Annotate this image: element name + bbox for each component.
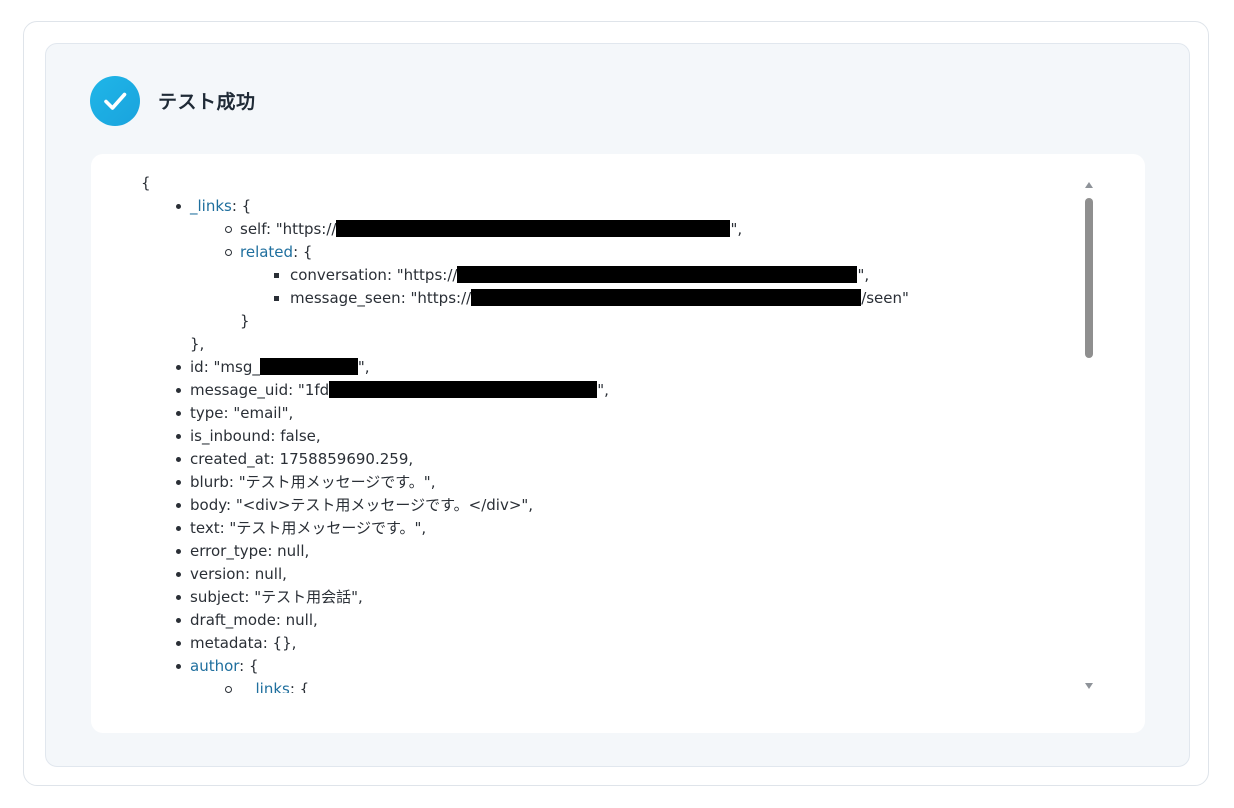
- redacted-block: [329, 381, 598, 398]
- json-item-version: version: null,: [176, 563, 287, 586]
- redacted-block: [259, 358, 358, 375]
- bullet-disc: [176, 549, 181, 554]
- bullet-disc: [176, 595, 181, 600]
- bullet-disc: [176, 641, 181, 646]
- bullet-disc: [176, 503, 181, 508]
- redacted-block: [471, 289, 862, 306]
- json-item-author: author: {: [176, 655, 259, 678]
- json-item-conversation: conversation: "https:// ",: [274, 264, 870, 287]
- json-item-message-seen: message_seen: "https:// /seen": [274, 287, 909, 310]
- bullet-disc: [176, 457, 181, 462]
- json-message-uid-suffix: ",: [597, 381, 609, 399]
- bullet-disc: [176, 411, 181, 416]
- json-links-close: },: [190, 335, 205, 353]
- json-version: version: null,: [190, 565, 287, 583]
- json-related-close: }: [240, 312, 250, 330]
- json-message-seen-suffix: /seen": [861, 289, 909, 307]
- json-conversation-suffix: ",: [857, 266, 870, 284]
- bullet-square: [274, 296, 279, 301]
- json-key-author-links: _links: [248, 680, 290, 693]
- success-badge: [90, 76, 140, 126]
- json-id-prefix: id: "msg_: [190, 358, 260, 376]
- json-message-uid-prefix: message_uid: "1fd: [190, 381, 330, 399]
- json-punct: : {: [231, 197, 252, 215]
- json-blurb: blurb: "テスト用メッセージです。",: [190, 473, 436, 491]
- json-item-draft-mode: draft_mode: null,: [176, 609, 318, 632]
- json-item-type: type: "email",: [176, 402, 294, 425]
- json-item-author-links: _links: {: [225, 678, 310, 693]
- json-item-body: body: "<div>テスト用メッセージです。</div>",: [176, 494, 534, 517]
- json-conversation-prefix: conversation: "https://: [290, 266, 458, 284]
- json-item-metadata: metadata: {},: [176, 632, 297, 655]
- json-item-blurb: blurb: "テスト用メッセージです。",: [176, 471, 436, 494]
- json-item-related: related: {: [225, 241, 313, 264]
- json-key-related: related: [240, 243, 294, 261]
- vertical-scrollbar[interactable]: [1083, 179, 1095, 689]
- redacted-block: [457, 266, 858, 283]
- json-item-self: self: "https:// ",: [225, 218, 743, 241]
- bullet-disc: [176, 480, 181, 485]
- json-open-brace: {: [141, 174, 151, 192]
- json-text: text: "テスト用メッセージです。",: [190, 519, 427, 537]
- bullet-disc: [176, 526, 181, 531]
- bullet-disc: [176, 618, 181, 623]
- json-is-inbound: is_inbound: false,: [190, 427, 321, 445]
- json-draft-mode: draft_mode: null,: [190, 611, 318, 629]
- bullet-square: [274, 273, 279, 278]
- json-item-error-type: error_type: null,: [176, 540, 310, 563]
- json-created-at: created_at: 1758859690.259,: [190, 450, 414, 468]
- bullet-disc: [176, 664, 181, 669]
- json-message-seen-prefix: message_seen: "https://: [290, 289, 472, 307]
- json-tree: { _links: { self: "https://", related: {…: [91, 154, 1093, 693]
- scroll-up-arrow-icon[interactable]: [1085, 182, 1093, 188]
- checkmark-icon: [104, 92, 127, 110]
- json-metadata: metadata: {},: [190, 634, 297, 652]
- json-key-author: author: [190, 657, 240, 675]
- json-error-type: error_type: null,: [190, 542, 310, 560]
- json-id-suffix: ",: [357, 358, 370, 376]
- json-punct: : {: [239, 657, 259, 675]
- json-output-box: { _links: { self: "https://", related: {…: [91, 154, 1145, 733]
- bullet-disc: [176, 388, 181, 393]
- outer-card: テスト成功 { _links: { self: "https://", rela…: [23, 21, 1209, 786]
- scroll-down-arrow-icon[interactable]: [1085, 683, 1093, 689]
- bullet-disc: [176, 434, 181, 439]
- json-item-message-uid: message_uid: "1fd ",: [176, 379, 609, 402]
- bullet-circle: [225, 226, 232, 233]
- json-subject: subject: "テスト用会話",: [190, 588, 363, 606]
- json-self-suffix: ",: [730, 220, 743, 238]
- json-body: body: "<div>テスト用メッセージです。</div>",: [190, 496, 534, 514]
- test-result-panel: テスト成功 { _links: { self: "https://", rela…: [45, 43, 1190, 767]
- json-item-created-at: created_at: 1758859690.259,: [176, 448, 414, 471]
- json-item-links: _links: {: [176, 195, 252, 218]
- json-punct: : {: [293, 243, 313, 261]
- json-key-links: _links: [190, 197, 232, 215]
- bullet-disc: [176, 572, 181, 577]
- bullet-disc: [176, 365, 181, 370]
- json-item-subject: subject: "テスト用会話",: [176, 586, 363, 609]
- bullet-disc: [176, 204, 181, 209]
- json-self-prefix: self: "https://: [240, 220, 337, 238]
- status-title: テスト成功: [158, 91, 256, 113]
- bullet-circle: [225, 249, 232, 256]
- json-item-id: id: "msg_ ",: [176, 356, 370, 379]
- redacted-block: [336, 220, 731, 237]
- json-type: type: "email",: [190, 404, 294, 422]
- json-item-text: text: "テスト用メッセージです。",: [176, 517, 427, 540]
- json-item-is-inbound: is_inbound: false,: [176, 425, 321, 448]
- json-punct: : {: [289, 680, 310, 693]
- scrollbar-thumb[interactable]: [1085, 198, 1093, 358]
- bullet-circle: [225, 686, 232, 693]
